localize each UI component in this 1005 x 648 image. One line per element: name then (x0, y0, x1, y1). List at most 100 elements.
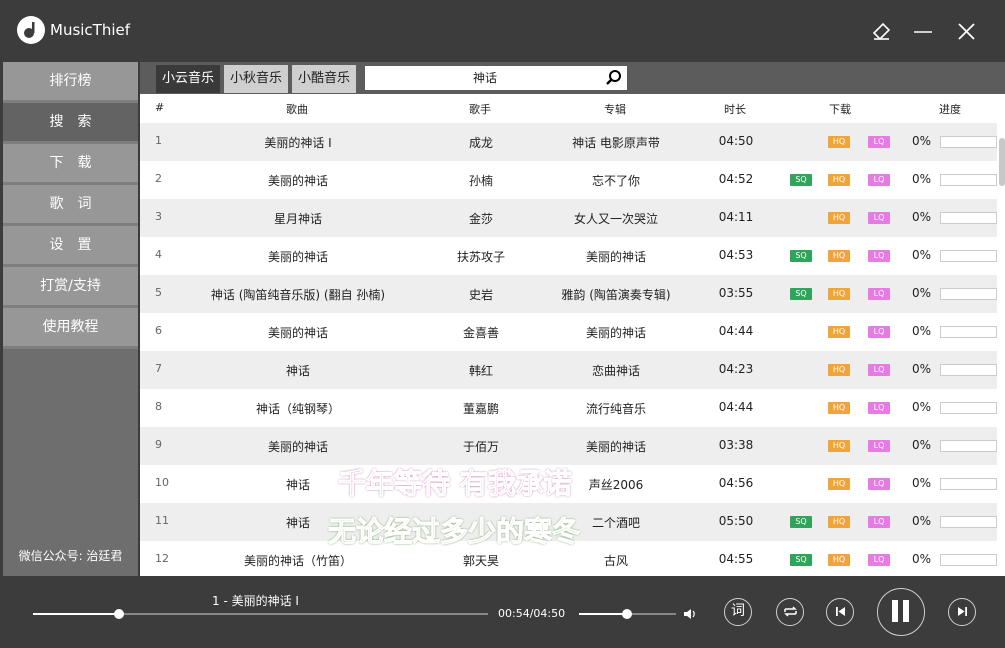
download-progress-bar (940, 364, 997, 376)
hq-download-button[interactable]: HQ (828, 136, 850, 148)
lq-download-button[interactable]: LQ (868, 326, 890, 338)
playback-time: 00:54/04:50 (498, 607, 566, 620)
table-row[interactable]: 8 神话（纯钢琴） 董嘉鹏 流行纯音乐 04:44 0% HQ LQ (140, 389, 997, 427)
app-window: MusicThief 排行榜 搜 索 下 载 歌 词 设 置 打赏/支持 使用教… (0, 0, 1005, 648)
next-icon[interactable] (948, 598, 976, 626)
cell-progress: 0% (912, 362, 932, 376)
lq-download-button[interactable]: LQ (868, 554, 890, 566)
previous-icon[interactable] (826, 598, 854, 626)
hq-download-button[interactable]: HQ (828, 516, 850, 528)
sidebar-item-tutorial[interactable]: 使用教程 (3, 308, 138, 349)
lq-download-button[interactable]: LQ (868, 478, 890, 490)
table-row[interactable]: 7 神话 韩红 恋曲神话 04:23 0% HQ LQ (140, 351, 997, 389)
table-row[interactable]: 6 美丽的神话 金喜善 美丽的神话 04:44 0% HQ LQ (140, 313, 997, 351)
seek-fill (33, 613, 120, 615)
volume-icon[interactable] (683, 606, 697, 625)
lq-download-button[interactable]: LQ (868, 136, 890, 148)
hq-download-button[interactable]: HQ (828, 554, 850, 566)
pause-icon[interactable] (877, 588, 925, 636)
hq-download-button[interactable]: HQ (828, 478, 850, 490)
sidebar-item-lyrics[interactable]: 歌 词 (3, 185, 138, 226)
search-input[interactable]: 神话 (365, 66, 627, 90)
header-duration: 时长 (724, 103, 746, 116)
now-playing-title: 1 - 美丽的神话 I (212, 594, 299, 608)
sq-download-button[interactable]: SQ (790, 174, 812, 186)
lq-download-button[interactable]: LQ (868, 212, 890, 224)
tab-xiaoqiu[interactable]: 小秋音乐 (224, 65, 288, 93)
cell-progress: 0% (912, 400, 932, 414)
sidebar-item-ranking[interactable]: 排行榜 (3, 62, 138, 103)
download-progress-bar (940, 326, 997, 338)
search-icon[interactable] (605, 69, 623, 91)
volume-slider[interactable] (579, 609, 676, 619)
seek-handle[interactable] (114, 609, 125, 619)
table-row[interactable]: 4 美丽的神话 扶苏攻子 美丽的神话 04:53 0% SQ HQ LQ (140, 237, 997, 275)
hq-download-button[interactable]: HQ (828, 174, 850, 186)
header-song: 歌曲 (286, 103, 308, 116)
player-bar: 1 - 美丽的神话 I 00:54/04:50 词 (0, 576, 1005, 648)
seek-slider[interactable] (33, 609, 488, 619)
cell-progress: 0% (912, 552, 932, 566)
hq-download-button[interactable]: HQ (828, 326, 850, 338)
download-progress-bar (940, 250, 997, 262)
cell-progress: 0% (912, 210, 932, 224)
volume-handle[interactable] (621, 609, 632, 619)
download-progress-bar (940, 288, 997, 300)
source-tabs-bar: 小云音乐 小秋音乐 小酷音乐 神话 (140, 62, 1005, 94)
cell-progress: 0% (912, 514, 932, 528)
table-row[interactable]: 5 神话 (陶笛纯音乐版) (翻自 孙楠) 史岩 雅韵 (陶笛演奏专辑) 03:55 0%… (140, 275, 997, 313)
sidebar-item-search[interactable]: 搜 索 (3, 103, 138, 144)
header-artist: 歌手 (469, 103, 491, 116)
close-icon[interactable] (952, 16, 982, 46)
hq-download-button[interactable]: HQ (828, 364, 850, 376)
sq-download-button[interactable]: SQ (790, 288, 812, 300)
sidebar-item-settings[interactable]: 设 置 (3, 226, 138, 267)
sq-download-button[interactable]: SQ (790, 250, 812, 262)
lq-download-button[interactable]: LQ (868, 516, 890, 528)
title-bar: MusicThief (0, 0, 1005, 62)
lq-download-button[interactable]: LQ (868, 440, 890, 452)
app-logo-icon (17, 16, 45, 44)
sidebar-footer: 微信公众号: 治廷君 (18, 549, 123, 563)
sq-download-button[interactable]: SQ (790, 516, 812, 528)
minimize-icon[interactable] (908, 16, 938, 46)
lq-download-button[interactable]: LQ (868, 174, 890, 186)
download-progress-bar (940, 554, 997, 566)
repeat-icon[interactable] (776, 598, 804, 626)
table-row[interactable]: 2 美丽的神话 孙楠 忘不了你 04:52 0% SQ HQ LQ (140, 161, 997, 199)
lq-download-button[interactable]: LQ (868, 288, 890, 300)
scrollbar[interactable] (999, 138, 1005, 186)
sidebar-item-support[interactable]: 打赏/支持 (3, 267, 138, 308)
skin-icon[interactable] (866, 16, 896, 46)
table-row[interactable]: 3 星月神话 金莎 女人又一次哭泣 04:11 0% HQ LQ (140, 199, 997, 237)
cell-progress: 0% (912, 438, 932, 452)
table-row[interactable]: 9 美丽的神话 于佰万 美丽的神话 03:38 0% HQ LQ (140, 427, 997, 465)
download-progress-bar (940, 402, 997, 414)
search-input-value: 神话 (472, 71, 497, 85)
cell-progress: 0% (912, 476, 932, 490)
hq-download-button[interactable]: HQ (828, 250, 850, 262)
download-progress-bar (940, 136, 997, 148)
hq-download-button[interactable]: HQ (828, 440, 850, 452)
download-progress-bar (940, 516, 997, 528)
lq-download-button[interactable]: LQ (868, 250, 890, 262)
download-progress-bar (940, 174, 997, 186)
download-progress-bar (940, 478, 997, 490)
app-title: MusicThief (50, 21, 131, 39)
cell-progress: 0% (912, 134, 932, 148)
sidebar: 排行榜 搜 索 下 载 歌 词 设 置 打赏/支持 使用教程 微信公众号: 治廷… (3, 62, 138, 576)
header-num: # (155, 101, 165, 114)
hq-download-button[interactable]: HQ (828, 402, 850, 414)
hq-download-button[interactable]: HQ (828, 212, 850, 224)
tab-xiaoku[interactable]: 小酷音乐 (292, 65, 356, 93)
sidebar-item-download[interactable]: 下 载 (3, 144, 138, 185)
volume-fill (579, 613, 627, 615)
hq-download-button[interactable]: HQ (828, 288, 850, 300)
sq-download-button[interactable]: SQ (790, 554, 812, 566)
tab-xiaoyun[interactable]: 小云音乐 (156, 65, 220, 93)
header-download: 下载 (829, 103, 851, 116)
lyrics-toggle-button[interactable]: 词 (724, 598, 752, 626)
table-row[interactable]: 1 美丽的神话 I 成龙 神话 电影原声带 04:50 0% HQ LQ (140, 123, 997, 161)
lq-download-button[interactable]: LQ (868, 402, 890, 414)
lq-download-button[interactable]: LQ (868, 364, 890, 376)
